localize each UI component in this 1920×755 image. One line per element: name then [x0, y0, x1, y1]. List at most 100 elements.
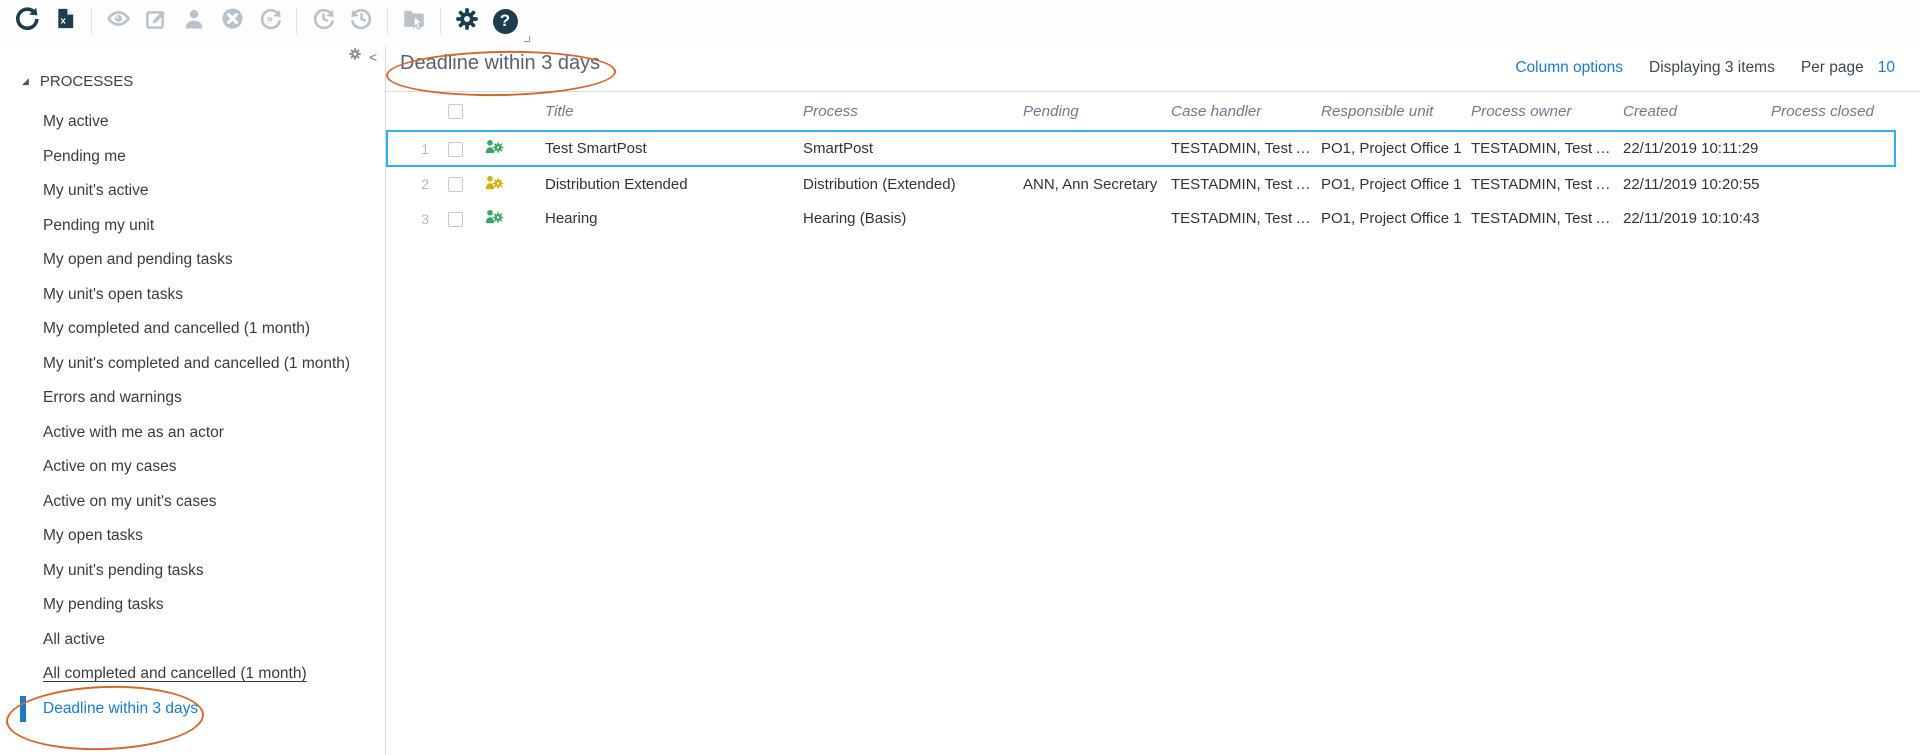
sidebar-item-pending-me[interactable]: Pending me	[0, 140, 385, 175]
cell-case-handler: TESTADMIN, Test A...	[1163, 201, 1313, 236]
sidebar-item-my-units-open-tasks[interactable]: My unit's open tasks	[0, 278, 385, 313]
column-options-link[interactable]: Column options	[1515, 59, 1623, 77]
cell-process-closed	[1763, 201, 1895, 236]
sidebar-item-errors-and-warnings[interactable]: Errors and warnings	[0, 381, 385, 416]
toolbar-divider	[387, 8, 388, 34]
row-checkbox[interactable]	[448, 177, 463, 192]
header-pending[interactable]: Pending	[1015, 92, 1163, 131]
svg-text:x: x	[60, 15, 66, 26]
history-button[interactable]	[342, 3, 380, 39]
sidebar-item-all-active[interactable]: All active	[0, 623, 385, 658]
preview-eye-icon	[106, 6, 131, 36]
row-checkbox[interactable]	[448, 142, 463, 157]
table-row[interactable]: 3 Hearing Hearing (Basis) TESTADMIN, Tes…	[387, 201, 1895, 236]
settings-button[interactable]	[448, 3, 486, 39]
assign-user-button[interactable]	[175, 3, 213, 39]
cell-process-owner: TESTADMIN, Test A...	[1463, 166, 1615, 201]
mini-gear-icon[interactable]	[348, 47, 362, 66]
open-case-button[interactable]	[395, 3, 433, 39]
header-process-closed[interactable]: Process closed	[1763, 92, 1895, 131]
edit-button[interactable]	[137, 3, 175, 39]
header-responsible-unit[interactable]: Responsible unit	[1313, 92, 1463, 131]
sidebar-item-my-open-tasks[interactable]: My open tasks	[0, 519, 385, 554]
sidebar-item-my-open-and-pending-tasks[interactable]: My open and pending tasks	[0, 243, 385, 278]
header-title[interactable]: Title	[537, 92, 795, 131]
main-toolbar: x »	[0, 0, 1920, 42]
sidebar-item-active-on-my-units-cases[interactable]: Active on my unit's cases	[0, 485, 385, 520]
assign-user-icon	[182, 7, 206, 36]
help-button[interactable]: ?	[486, 3, 524, 39]
sidebar-item-deadline-within-3-days[interactable]: Deadline within 3 days	[0, 692, 385, 727]
preview-button[interactable]	[99, 3, 137, 39]
rerun-process-button[interactable]: »	[251, 3, 289, 39]
header-created[interactable]: Created	[1615, 92, 1763, 131]
row-number: 3	[387, 201, 439, 236]
process-person-gear-icon	[485, 209, 504, 224]
sidebar-item-active-on-my-cases[interactable]: Active on my cases	[0, 450, 385, 485]
sidebar-item-my-units-completed-cancelled[interactable]: My unit's completed and cancelled (1 mon…	[0, 347, 385, 382]
sidebar-item-my-pending-tasks[interactable]: My pending tasks	[0, 588, 385, 623]
sidebar-item-all-completed-cancelled[interactable]: All completed and cancelled (1 month)	[0, 657, 385, 692]
cell-pending: ANN, Ann Secretary	[1015, 166, 1163, 201]
row-checkbox[interactable]	[448, 212, 463, 227]
cell-created: 22/11/2019 10:20:55	[1615, 166, 1763, 201]
cell-pending	[1015, 201, 1163, 236]
header-process-owner[interactable]: Process owner	[1463, 92, 1615, 131]
cell-title: Hearing	[537, 201, 795, 236]
main-content: Deadline within 3 days Column options Di…	[386, 42, 1920, 755]
row-number: 1	[387, 131, 439, 166]
sidebar-item-my-units-pending-tasks[interactable]: My unit's pending tasks	[0, 554, 385, 589]
table-row[interactable]: 2 Distribution Extended Distribution (Ex…	[387, 166, 1895, 201]
per-page-value[interactable]: 10	[1878, 59, 1895, 77]
per-page-label: Per page	[1801, 59, 1864, 77]
cell-process-closed	[1763, 131, 1895, 166]
cell-responsible-unit: PO1, Project Office 1	[1313, 131, 1463, 166]
list-controls: Column options Displaying 3 items Per pa…	[1515, 59, 1895, 77]
header-number	[387, 92, 439, 131]
cell-created: 22/11/2019 10:11:29	[1615, 131, 1763, 166]
cancel-circle-icon	[220, 6, 245, 36]
cell-title: Distribution Extended	[537, 166, 795, 201]
displaying-count-label: Displaying 3 items	[1649, 59, 1775, 77]
cell-case-handler: TESTADMIN, Test A...	[1163, 131, 1313, 166]
header-process[interactable]: Process	[795, 92, 1015, 131]
cell-pending	[1015, 131, 1163, 166]
cell-responsible-unit: PO1, Project Office 1	[1313, 166, 1463, 201]
sidebar-item-my-completed-cancelled[interactable]: My completed and cancelled (1 month)	[0, 312, 385, 347]
help-icon: ?	[493, 9, 518, 34]
toolbar-divider	[440, 8, 441, 34]
refresh-button[interactable]	[8, 3, 46, 39]
toolbar-divider	[91, 8, 92, 34]
cell-case-handler: TESTADMIN, Test A...	[1163, 166, 1313, 201]
collapse-chevron-icon[interactable]: <	[369, 50, 377, 64]
cell-process: SmartPost	[795, 131, 1015, 166]
toolbar-divider	[296, 8, 297, 34]
process-person-gear-icon	[485, 175, 504, 190]
cell-process: Distribution (Extended)	[795, 166, 1015, 201]
process-person-gear-icon	[485, 139, 504, 154]
sidebar-item-active-with-me-as-actor[interactable]: Active with me as an actor	[0, 416, 385, 451]
cell-process-closed	[1763, 166, 1895, 201]
resubmit-clock-icon	[311, 6, 336, 36]
selected-indicator-bar	[20, 696, 26, 722]
cell-process-owner: TESTADMIN, Test A...	[1463, 201, 1615, 236]
tree-expand-icon: ◢	[22, 76, 29, 87]
page-title: Deadline within 3 days	[400, 52, 600, 75]
cell-title: Test SmartPost	[537, 131, 795, 166]
sidebar-item-pending-my-unit[interactable]: Pending my unit	[0, 209, 385, 244]
sidebar: < ◢ PROCESSES My active Pending me My un…	[0, 42, 385, 755]
cancel-process-button[interactable]	[213, 3, 251, 39]
rerun-process-icon: »	[258, 6, 283, 36]
header-case-handler[interactable]: Case handler	[1163, 92, 1313, 131]
sidebar-group-processes[interactable]: ◢ PROCESSES	[22, 73, 133, 90]
sidebar-item-my-active[interactable]: My active	[0, 105, 385, 140]
table-row[interactable]: 1 Test SmartPost SmartPost TESTADMIN, Te…	[387, 131, 1895, 166]
sidebar-item-my-units-active[interactable]: My unit's active	[0, 174, 385, 209]
export-excel-button[interactable]: x	[46, 3, 84, 39]
settings-gear-icon	[454, 6, 480, 37]
table-header-row: Title Process Pending Case handler Respo…	[387, 92, 1895, 131]
resubmit-button[interactable]	[304, 3, 342, 39]
open-case-cursor-icon	[401, 6, 427, 37]
header-icon	[471, 92, 537, 131]
select-all-checkbox[interactable]	[448, 104, 463, 119]
